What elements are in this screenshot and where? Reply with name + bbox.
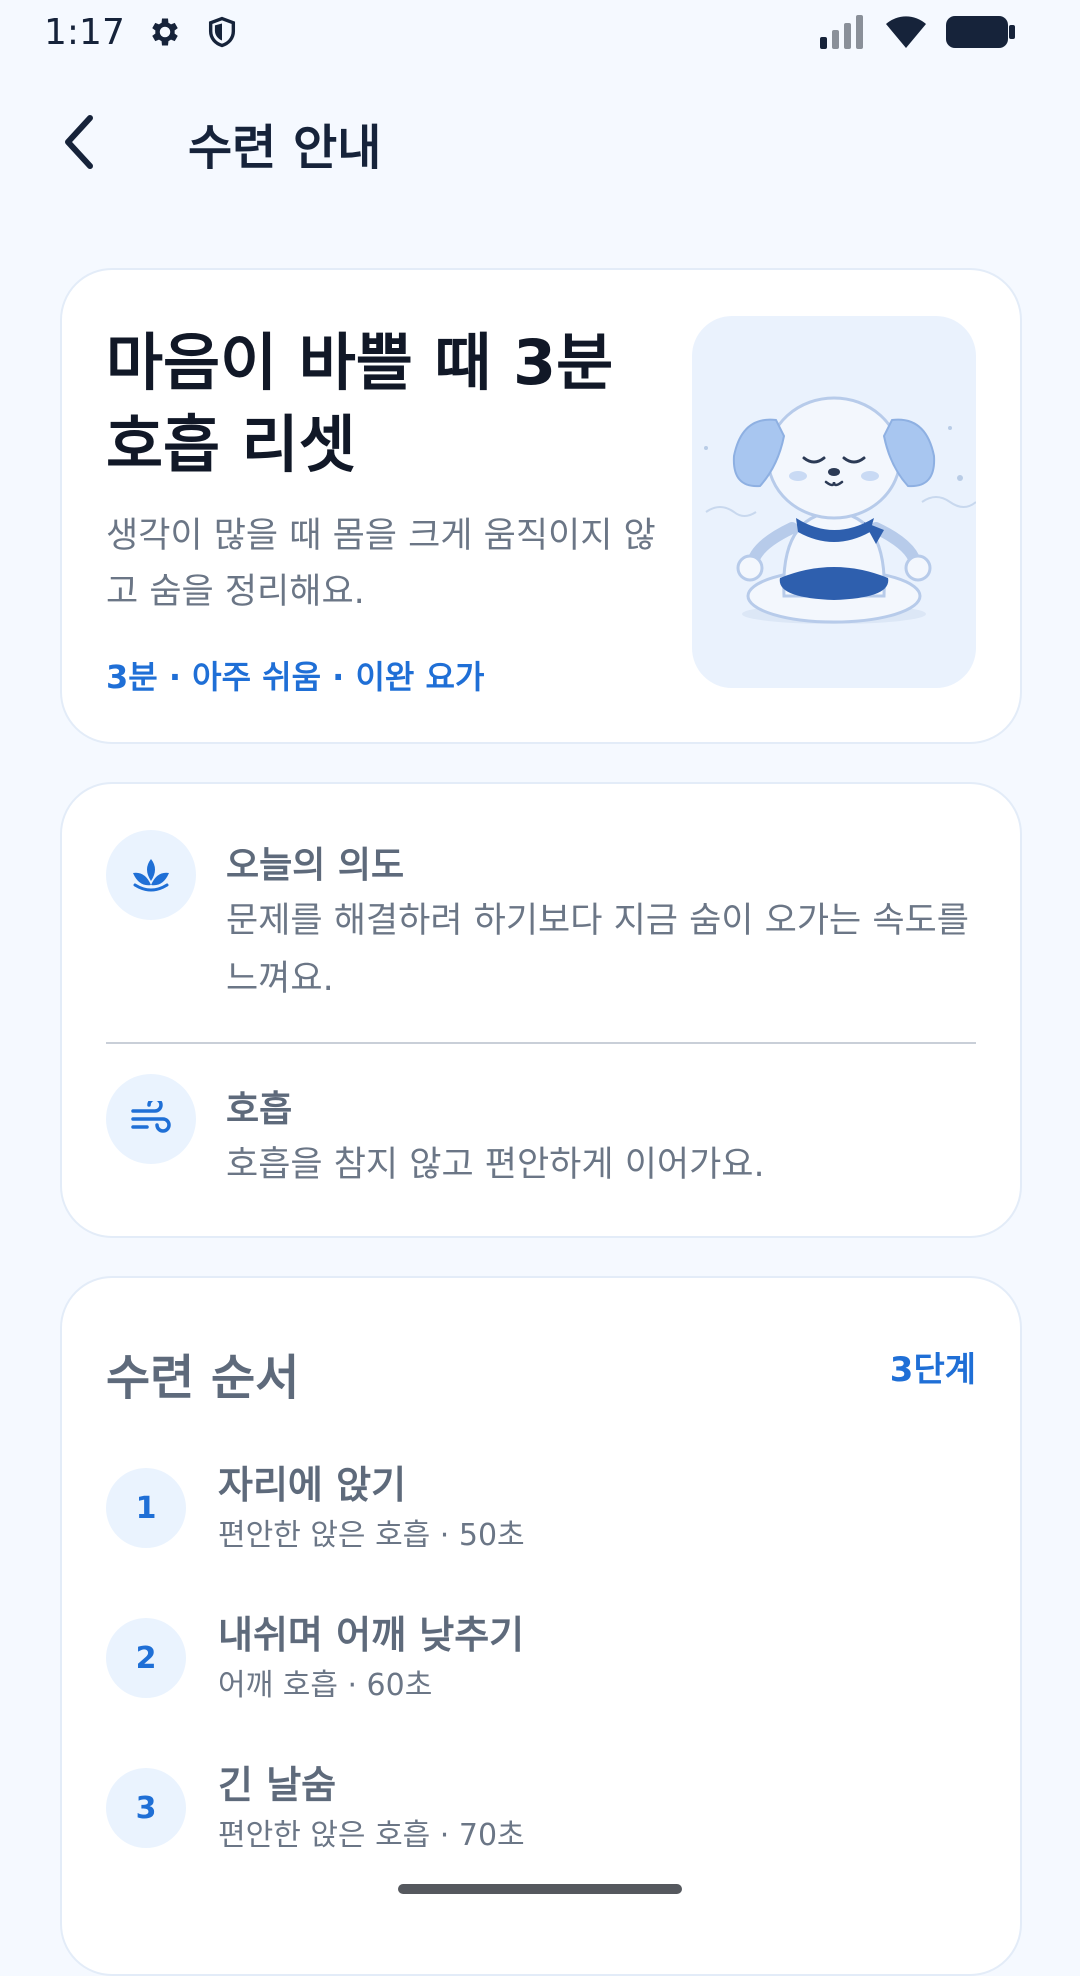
- step-subtitle: 편안한 앉은 호흡 · 50초: [218, 1518, 525, 1553]
- home-indicator[interactable]: [398, 1884, 682, 1894]
- gear-icon: [152, 18, 178, 46]
- intention-text: 문제를 해결하려 하기보다 지금 숨이 오가는 속도를 느껴요.: [226, 901, 969, 999]
- back-button[interactable]: [48, 110, 112, 174]
- shield-icon: [208, 16, 235, 48]
- step-item[interactable]: 3 긴 날숨 편안한 앉은 호흡 · 70초: [106, 1754, 976, 1864]
- hero-description: 생각이 많을 때 몸을 크게 움직이지 않고 숨을 정리해요.: [106, 516, 656, 612]
- step-subtitle: 어깨 호흡 · 60초: [218, 1668, 433, 1703]
- status-left: 1:17: [44, 12, 239, 53]
- step-title: 자리에 앉기: [218, 1463, 407, 1507]
- meditating-puppy-illustration: [692, 316, 976, 688]
- divider: [106, 1042, 976, 1044]
- status-time: 1:17: [44, 11, 125, 53]
- steps-card: 수련 순서 3단계 1 자리에 앉기 편안한 앉은 호흡 · 50초 2 내쉬며…: [60, 1276, 1022, 1976]
- top-app-bar: 수련 안내: [0, 96, 1080, 186]
- wind-icon: [106, 1074, 196, 1164]
- steps-title: 수련 순서: [106, 1350, 300, 1406]
- status-right: [820, 14, 1016, 50]
- step-number: 3: [106, 1768, 186, 1848]
- step-title: 긴 날숨: [218, 1763, 337, 1807]
- chevron-left-icon: [65, 115, 93, 169]
- steps-count: 3단계: [889, 1350, 976, 1390]
- step-number: 2: [106, 1618, 186, 1698]
- step-number: 1: [106, 1468, 186, 1548]
- hero-title: 마음이 바쁠 때 3분 호흡 리셋: [106, 326, 614, 481]
- step-subtitle: 편안한 앉은 호흡 · 70초: [218, 1818, 525, 1853]
- step-item[interactable]: 1 자리에 앉기 편안한 앉은 호흡 · 50초: [106, 1454, 976, 1564]
- status-bar: 1:17: [0, 0, 1080, 64]
- lotus-icon: [106, 830, 196, 920]
- signal-icon: [820, 15, 863, 49]
- info-card: 오늘의 의도 문제를 해결하려 하기보다 지금 숨이 오가는 속도를 느껴요. …: [60, 782, 1022, 1238]
- hero-card: 마음이 바쁠 때 3분 호흡 리셋 생각이 많을 때 몸을 크게 움직이지 않고…: [60, 268, 1022, 744]
- breathing-title: 호흡: [226, 1089, 293, 1130]
- wifi-icon: [886, 16, 926, 48]
- page-title: 수련 안내: [188, 120, 382, 176]
- hero-meta: 3분 · 아주 쉬움 · 이완 요가: [106, 658, 485, 696]
- battery-icon: [946, 16, 1015, 48]
- step-title: 내쉬며 어깨 낮추기: [218, 1613, 525, 1657]
- step-item[interactable]: 2 내쉬며 어깨 낮추기 어깨 호흡 · 60초: [106, 1604, 976, 1714]
- breathing-text: 호흡을 참지 않고 편안하게 이어가요.: [226, 1145, 765, 1185]
- intention-title: 오늘의 의도: [226, 845, 405, 886]
